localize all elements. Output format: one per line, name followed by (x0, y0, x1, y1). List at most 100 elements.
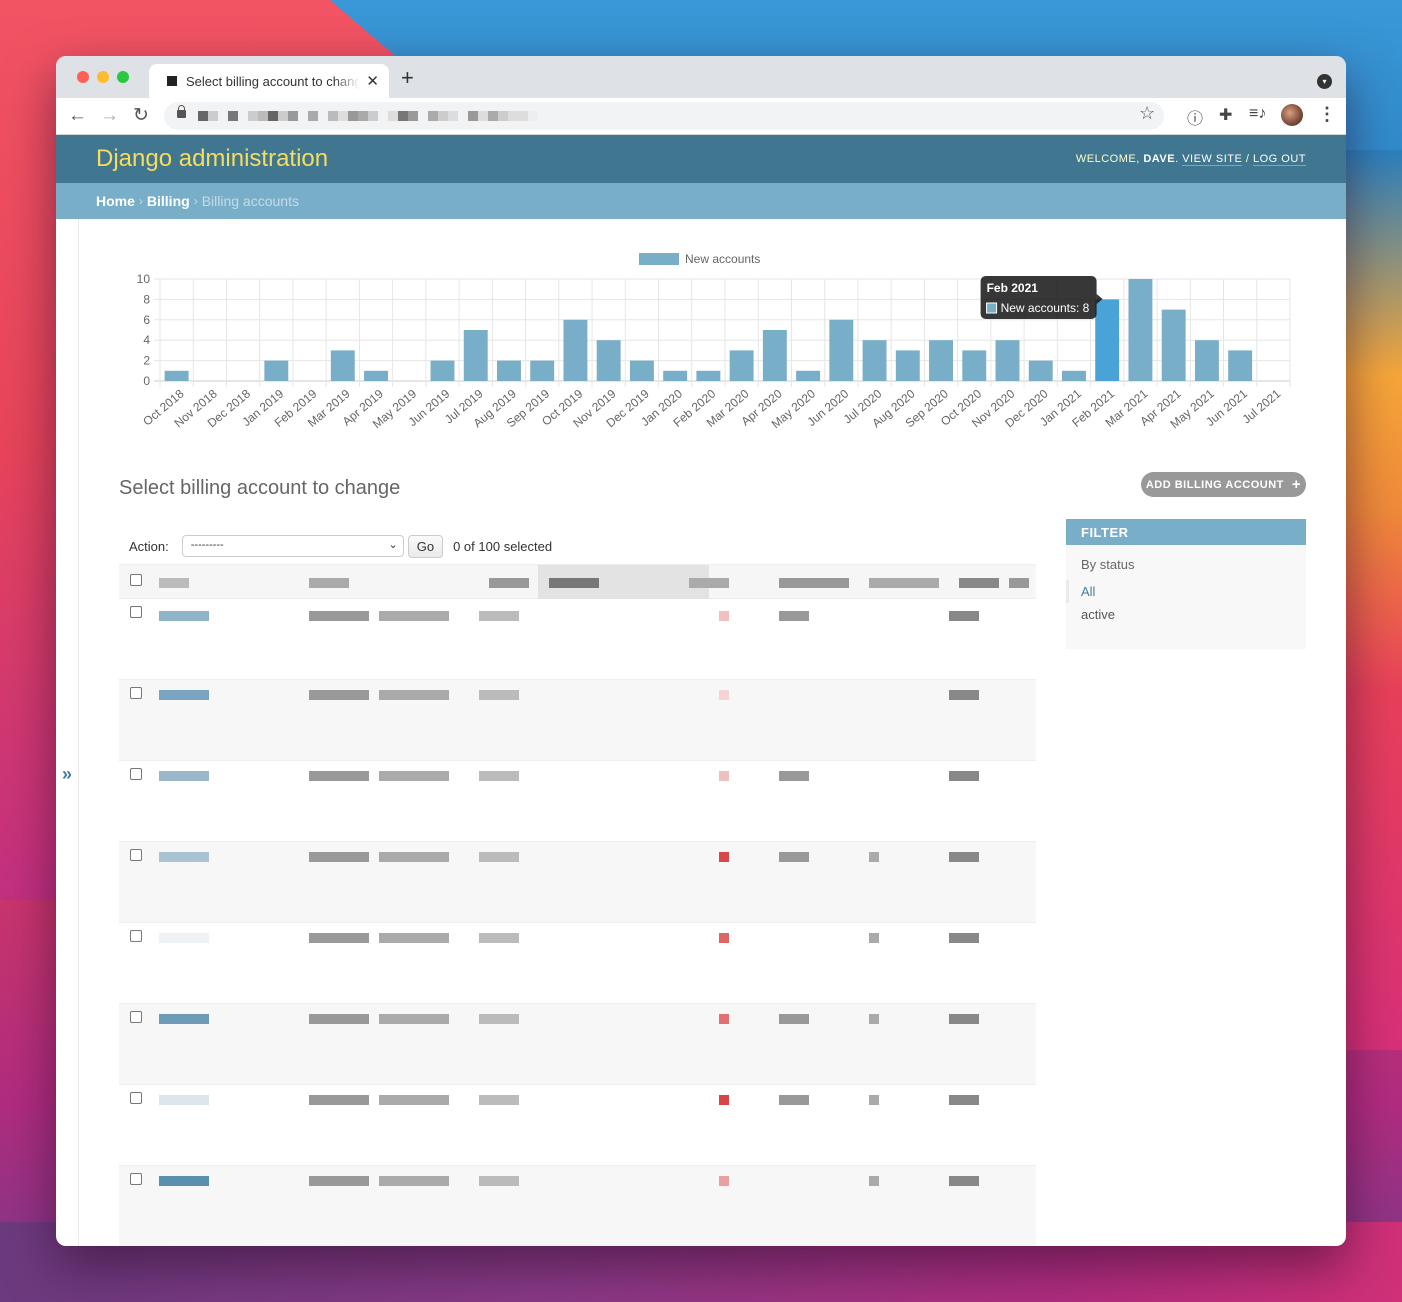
filter-option-active[interactable]: active (1066, 603, 1306, 626)
password-manager-icon[interactable]: ⓘ (1187, 105, 1203, 129)
url-redacted-block (238, 111, 248, 121)
url-redacted-block (398, 111, 408, 121)
back-icon[interactable]: ← (68, 106, 87, 125)
row-link-redacted[interactable] (159, 611, 209, 621)
media-control-icon[interactable]: ≡♪ (1249, 105, 1266, 123)
url-redacted-block (448, 111, 458, 121)
go-button[interactable]: Go (407, 534, 444, 558)
address-bar[interactable] (164, 102, 1164, 130)
browser-tab[interactable]: Select billing account to change ✕ (149, 64, 389, 98)
browser-menu-icon[interactable]: ⋮ (1318, 104, 1336, 125)
new-tab-button[interactable]: + (401, 67, 414, 89)
column-header-redacted (869, 578, 939, 588)
add-billing-account-button[interactable]: Add billing account + (1141, 472, 1306, 497)
chart-bar[interactable] (430, 360, 455, 381)
view-site-link[interactable]: View site (1182, 153, 1243, 166)
chart-bar[interactable] (463, 330, 488, 381)
url-redacted-block (428, 111, 438, 121)
chart-bar[interactable] (1095, 299, 1120, 381)
zoom-window-button[interactable] (117, 71, 129, 83)
chart-bar[interactable] (829, 319, 854, 381)
tab-search-icon[interactable]: ▾ (1317, 74, 1332, 89)
chart-bar[interactable] (1194, 340, 1219, 381)
row-link-redacted[interactable] (159, 690, 209, 700)
cell-redacted (949, 852, 979, 862)
changelist-filter: Filter By status All active (1066, 519, 1306, 649)
chart-bar[interactable] (895, 350, 920, 381)
chart-bar[interactable] (1028, 360, 1053, 381)
row-checkbox[interactable] (130, 1173, 142, 1185)
site-branding[interactable]: Django administration (96, 145, 328, 173)
row-checkbox[interactable] (130, 768, 142, 780)
chart-bar[interactable] (530, 360, 555, 381)
chart-bar[interactable] (364, 370, 388, 381)
chart-bar[interactable] (995, 340, 1020, 381)
url-redacted-block (518, 111, 528, 121)
chart-bar[interactable] (929, 340, 953, 381)
chart-bar[interactable] (1128, 279, 1153, 381)
minimize-window-button[interactable] (97, 71, 109, 83)
row-link-redacted[interactable] (159, 1095, 209, 1105)
chart-bar[interactable] (962, 350, 987, 381)
extensions-icon[interactable]: ✚ (1219, 105, 1232, 125)
row-link-redacted[interactable] (159, 771, 209, 781)
profile-avatar[interactable] (1281, 104, 1303, 126)
row-link-redacted[interactable] (159, 852, 209, 862)
select-all-checkbox[interactable] (130, 574, 142, 586)
chart-bar[interactable] (596, 340, 621, 381)
username: Dave (1143, 153, 1176, 165)
url-redacted-block (408, 111, 418, 121)
row-checkbox[interactable] (130, 687, 142, 699)
cell-redacted (479, 1176, 519, 1186)
expand-sidebar-icon[interactable]: » (62, 764, 72, 785)
tab-title: Select billing account to change (186, 73, 361, 89)
main-content: » New accounts 0 2 4 6 8 10 Oct 2018 Nov 2018 Dec… (56, 219, 1346, 1246)
table-row (119, 1004, 1036, 1085)
breadcrumb-separator: › (193, 194, 198, 208)
row-checkbox[interactable] (130, 606, 142, 618)
filter-option-all[interactable]: All (1066, 580, 1306, 603)
cell-redacted (779, 771, 809, 781)
url-redacted-block (228, 111, 238, 121)
chart-bar[interactable] (862, 340, 887, 381)
chart-bar[interactable] (729, 350, 754, 381)
chart-bar[interactable] (497, 360, 521, 381)
bookmark-star-icon[interactable]: ☆ (1139, 103, 1155, 124)
chart-bar[interactable] (164, 370, 189, 381)
row-checkbox[interactable] (130, 849, 142, 861)
chart-bar[interactable] (762, 330, 787, 381)
url-redacted-block (288, 111, 298, 121)
chart-bar[interactable] (264, 360, 289, 381)
chart-bar[interactable] (696, 370, 721, 381)
row-checkbox[interactable] (130, 930, 142, 942)
chart-bar[interactable] (563, 319, 588, 381)
forward-icon[interactable]: → (100, 106, 119, 125)
chart-bar[interactable] (1062, 370, 1086, 381)
close-tab-icon[interactable]: ✕ (366, 72, 379, 90)
chart-bar[interactable] (663, 370, 688, 381)
cell-redacted (309, 611, 369, 621)
chart-bar[interactable] (796, 370, 821, 381)
row-link-redacted[interactable] (159, 1176, 209, 1186)
reload-icon[interactable]: ↻ (133, 106, 149, 125)
action-select[interactable]: --------- ⌄ (181, 535, 404, 557)
row-checkbox[interactable] (130, 1092, 142, 1104)
column-header-redacted (779, 578, 849, 588)
url-redacted-block (198, 111, 208, 121)
lock-icon[interactable] (177, 105, 186, 118)
column-header-redacted (549, 578, 599, 588)
cell-redacted (379, 1014, 449, 1024)
chart-bar[interactable] (1228, 350, 1253, 381)
close-window-button[interactable] (77, 71, 89, 83)
row-link-redacted[interactable] (159, 1014, 209, 1024)
chart-bar[interactable] (330, 350, 355, 381)
row-link-redacted[interactable] (159, 933, 209, 943)
nav-sidebar-toggle[interactable]: » (56, 219, 79, 1246)
chart-bar[interactable] (1161, 309, 1186, 381)
url-redacted-block (508, 111, 518, 121)
breadcrumb-home[interactable]: Home (96, 193, 135, 209)
logout-link[interactable]: Log out (1252, 153, 1306, 166)
breadcrumb-billing[interactable]: Billing (147, 193, 190, 209)
row-checkbox[interactable] (130, 1011, 142, 1023)
chart-bar[interactable] (629, 360, 654, 381)
